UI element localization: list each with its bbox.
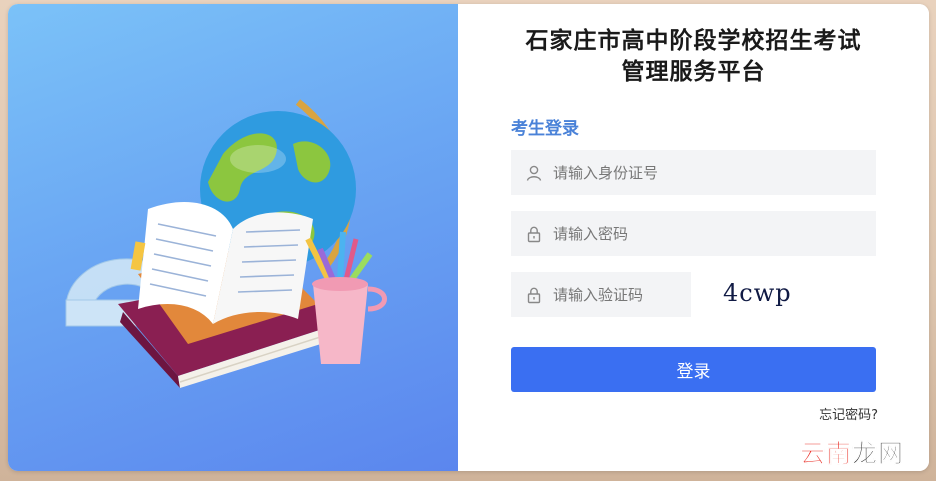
captcha-input[interactable] bbox=[553, 285, 683, 304]
user-icon bbox=[525, 164, 543, 182]
candidate-login-label: 考生登录 bbox=[511, 119, 579, 139]
lock-icon bbox=[525, 286, 543, 304]
forgot-password-link[interactable]: 忘记密码? bbox=[819, 404, 878, 423]
page-title-line-2: 管理服务平台 bbox=[621, 59, 766, 85]
hero-illustration-panel bbox=[8, 4, 458, 471]
password-input[interactable] bbox=[553, 224, 853, 243]
login-card: 石家庄市高中阶段学校招生考试 管理服务平台 考生登录 4cwp 登录 忘记密码? bbox=[8, 4, 929, 471]
id-number-field[interactable] bbox=[511, 150, 876, 195]
login-button[interactable]: 登录 bbox=[511, 347, 876, 392]
password-field[interactable] bbox=[511, 211, 876, 256]
captcha-field[interactable] bbox=[511, 272, 691, 317]
id-number-input[interactable] bbox=[553, 163, 853, 182]
lock-icon bbox=[525, 225, 543, 243]
captcha-image[interactable]: 4cwp bbox=[723, 279, 803, 313]
watermark-part-1: 云南 bbox=[800, 439, 853, 469]
education-illustration bbox=[65, 99, 387, 388]
page-title-line-1: 石家庄市高中阶段学校招生考试 bbox=[525, 28, 862, 54]
pencil-cup-image bbox=[305, 231, 387, 364]
site-watermark: 云南龙网 bbox=[800, 434, 904, 470]
page-title: 石家庄市高中阶段学校招生考试 管理服务平台 bbox=[458, 26, 929, 88]
login-panel: 石家庄市高中阶段学校招生考试 管理服务平台 考生登录 4cwp 登录 忘记密码? bbox=[458, 4, 929, 471]
watermark-part-2: 龙网 bbox=[852, 439, 905, 469]
